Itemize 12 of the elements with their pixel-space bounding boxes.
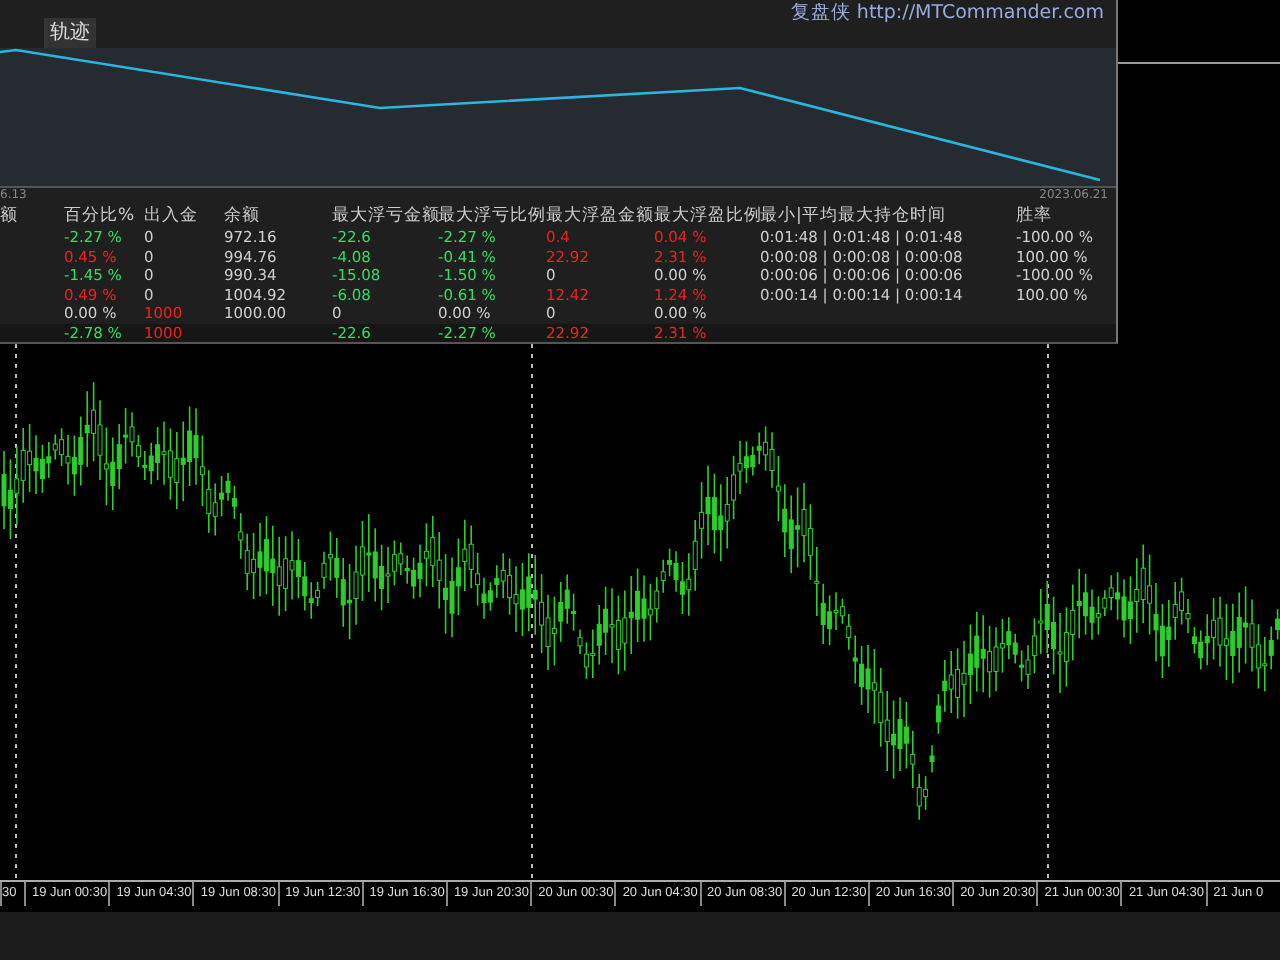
column-header: 最大浮盈比例 <box>654 204 760 228</box>
column-header: 额 <box>0 204 18 228</box>
tab[interactable]: 轨迹 <box>44 18 96 48</box>
column-header: 最小|平均最大持仓时间 <box>760 204 948 228</box>
column-header: 最大浮亏金额 <box>332 204 438 228</box>
column-header: 百分比% <box>64 204 137 228</box>
column-header: 胜率 <box>1016 204 1054 228</box>
column-header: 最大浮盈金额 <box>546 204 654 228</box>
panel-title: 复盘侠 http://MTCommander.com <box>790 0 1104 26</box>
column-header: 最大浮亏比例 <box>438 204 546 228</box>
column-header: 出入金 <box>144 204 200 228</box>
column-header: 余额 <box>224 204 262 228</box>
